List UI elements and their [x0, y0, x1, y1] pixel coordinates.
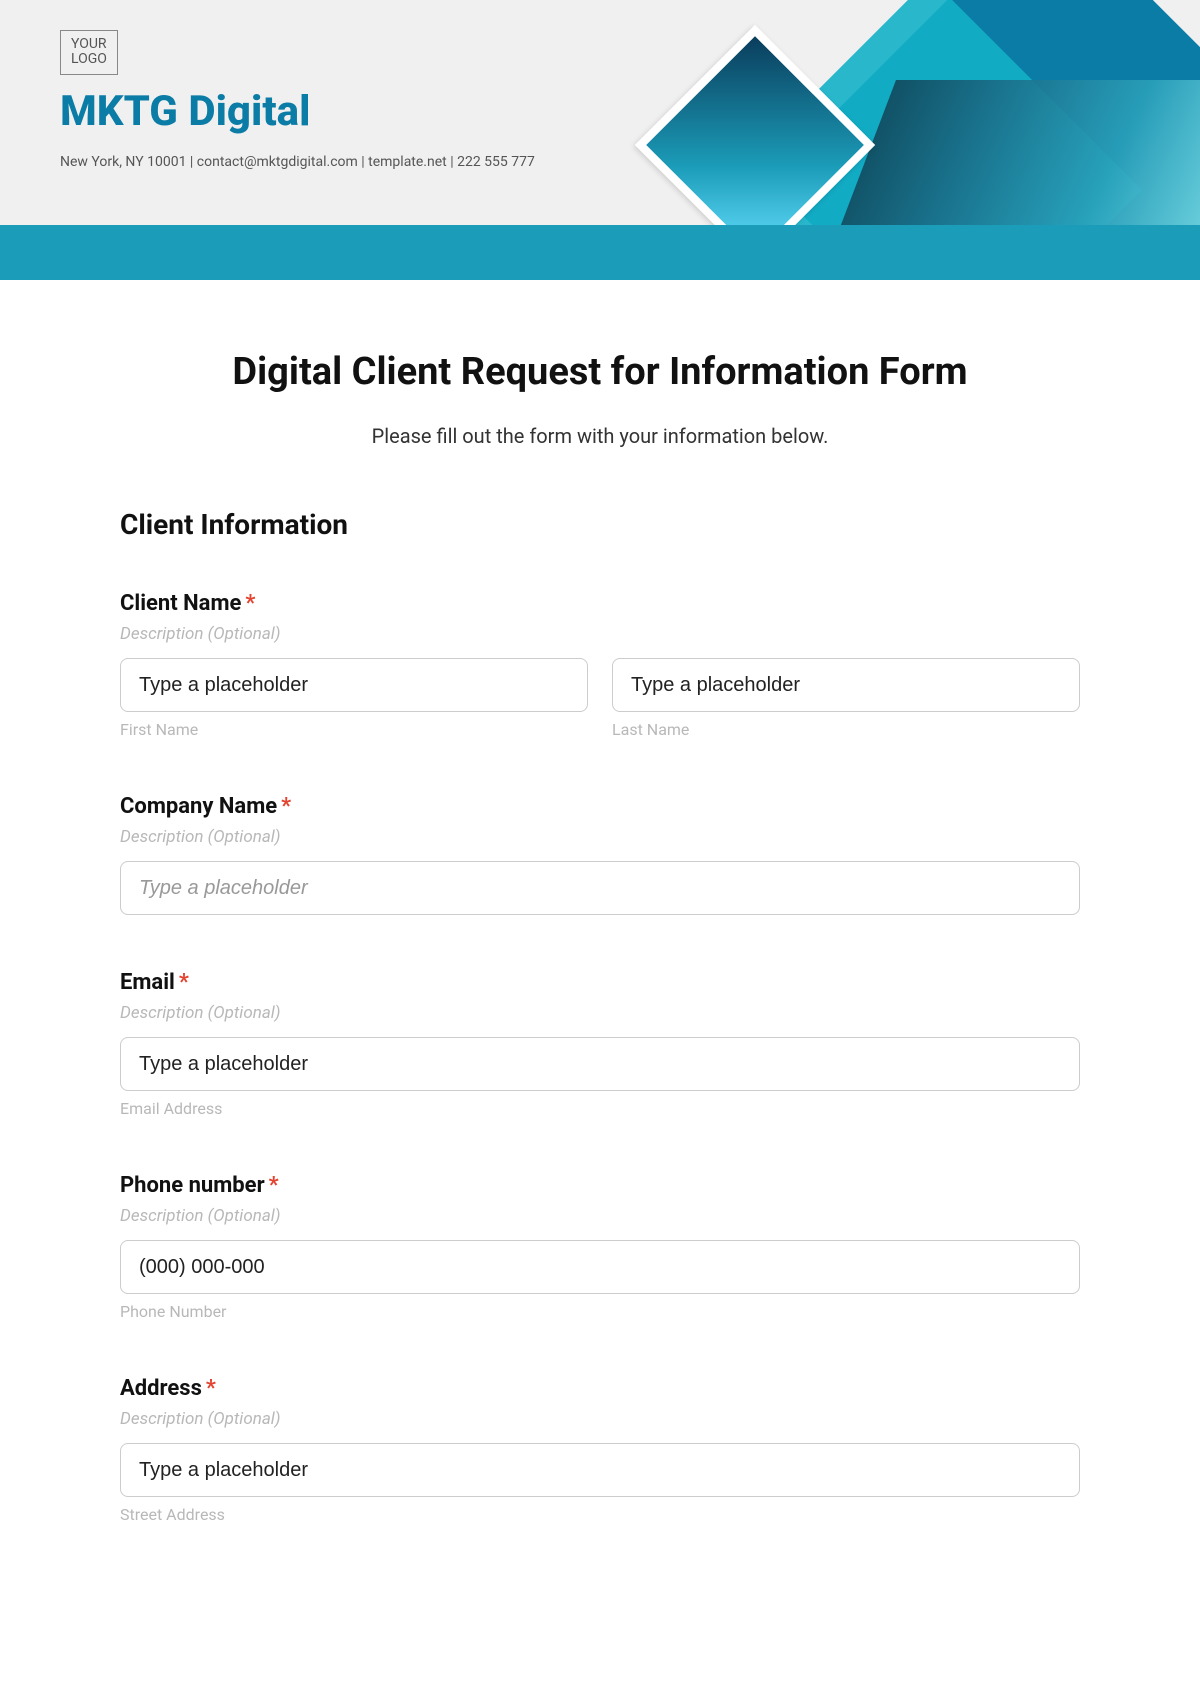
field-company-name: Company Name* Description (Optional)	[120, 794, 1080, 915]
section-client-information: Client Information	[120, 508, 1080, 541]
address-label: Address*	[120, 1376, 1080, 1401]
form-subtitle: Please fill out the form with your infor…	[120, 424, 1080, 448]
last-name-input[interactable]	[612, 658, 1080, 712]
phone-input[interactable]	[120, 1240, 1080, 1294]
company-name-input[interactable]	[120, 861, 1080, 915]
logo-placeholder: YOUR LOGO	[60, 30, 118, 75]
email-label: Email*	[120, 970, 1080, 995]
field-email: Email* Description (Optional) Email Addr…	[120, 970, 1080, 1118]
required-marker: *	[269, 1173, 279, 1198]
page-header: YOUR LOGO MKTG Digital New York, NY 1000…	[0, 0, 1200, 280]
company-name-label-text: Company Name	[120, 794, 277, 819]
teal-band	[0, 225, 1200, 280]
client-name-label-text: Client Name	[120, 591, 241, 616]
field-address: Address* Description (Optional) Street A…	[120, 1376, 1080, 1524]
phone-desc: Description (Optional)	[120, 1206, 1080, 1226]
first-name-input[interactable]	[120, 658, 588, 712]
address-desc: Description (Optional)	[120, 1409, 1080, 1429]
email-input[interactable]	[120, 1037, 1080, 1091]
last-name-sublabel: Last Name	[612, 720, 1080, 739]
first-name-sublabel: First Name	[120, 720, 588, 739]
email-label-text: Email	[120, 970, 175, 995]
client-name-desc: Description (Optional)	[120, 624, 1080, 644]
company-name-label: Company Name*	[120, 794, 1080, 819]
client-name-label: Client Name*	[120, 591, 1080, 616]
phone-label-text: Phone number	[120, 1173, 265, 1198]
form-container: Digital Client Request for Information F…	[0, 280, 1200, 1564]
email-desc: Description (Optional)	[120, 1003, 1080, 1023]
form-title: Digital Client Request for Information F…	[120, 350, 1080, 394]
address-label-text: Address	[120, 1376, 202, 1401]
required-marker: *	[179, 970, 189, 995]
field-client-name: Client Name* Description (Optional) Firs…	[120, 591, 1080, 739]
contact-line: New York, NY 10001 | contact@mktgdigital…	[60, 154, 1140, 170]
accent-underline	[60, 240, 340, 242]
company-name: MKTG Digital	[60, 87, 1140, 136]
street-address-input[interactable]	[120, 1443, 1080, 1497]
required-marker: *	[281, 794, 291, 819]
company-name-desc: Description (Optional)	[120, 827, 1080, 847]
phone-sublabel: Phone Number	[120, 1302, 1080, 1321]
field-phone: Phone number* Description (Optional) Pho…	[120, 1173, 1080, 1321]
required-marker: *	[245, 591, 255, 616]
email-sublabel: Email Address	[120, 1099, 1080, 1118]
required-marker: *	[206, 1376, 216, 1401]
street-address-sublabel: Street Address	[120, 1505, 1080, 1524]
phone-label: Phone number*	[120, 1173, 1080, 1198]
